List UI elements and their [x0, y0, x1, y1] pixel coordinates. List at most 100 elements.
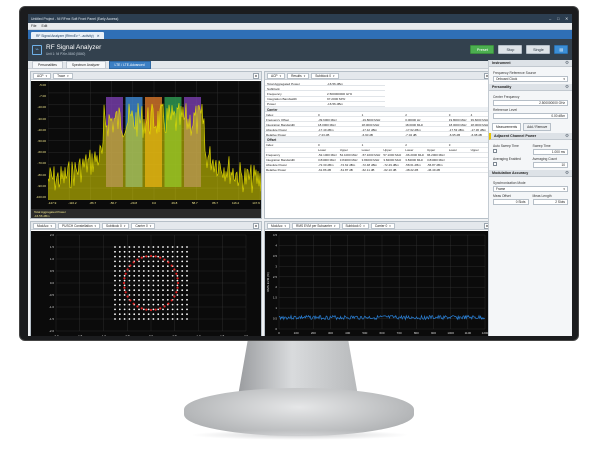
evm-view-select[interactable]: RMS EVM per Subcarrier ▾	[292, 222, 340, 229]
constellation-point	[142, 303, 145, 306]
freq-ref-source-select[interactable]: Onboard Clock ▾	[493, 76, 568, 82]
constellation-point	[176, 308, 179, 311]
graph-settings-icon[interactable]: ⚙	[253, 72, 259, 79]
constellation-point	[176, 313, 179, 316]
tab-personalities[interactable]: Personalities	[32, 60, 63, 69]
panel-toggle-icon[interactable]: ▤	[554, 45, 568, 54]
constellation-point	[157, 303, 160, 306]
sync-mode-label: Synchronization Mode	[493, 181, 526, 185]
constellation-ring-point	[136, 258, 139, 261]
constellation-ring-point	[126, 268, 129, 271]
const-carrier-select[interactable]: Carrier 0 ▾	[131, 222, 156, 229]
tab-lte[interactable]: LTE / LTE-Advanced	[108, 60, 151, 69]
constellation-point	[147, 250, 150, 253]
center-frequency-input[interactable]: 2.500000000 GHz	[493, 100, 568, 106]
constellation-point	[181, 246, 184, 248]
constellation-point	[142, 274, 145, 277]
add-remove-button[interactable]: Add / Remove	[523, 123, 552, 131]
evm-measurement-select[interactable]: ModAcc ▾	[267, 222, 291, 229]
main-area: ACP ▾ Trace ▾ ⚙ -5.00 -7.00 -20.00 -30.00 -40.…	[28, 69, 493, 336]
spectrum-x-tick: 86.7	[212, 201, 219, 205]
constellation-ring-point	[129, 264, 132, 267]
constellation-graph[interactable]: -2.0 -1.5 -1.0 -0.5 0.0 0.5 1.0 1.5 2.0 2.0 1.5 1.0…	[31, 231, 261, 336]
constellation-point	[138, 274, 140, 277]
averaging-count-input[interactable]: 10	[532, 162, 568, 168]
single-button[interactable]: Single	[526, 45, 551, 54]
constellation-point	[133, 289, 136, 292]
modacc-section-header[interactable]: Modulation Accuracy ⚙	[489, 170, 572, 177]
maximize-icon[interactable]: □	[557, 16, 561, 21]
constellation-ring-point	[167, 261, 170, 264]
constellation-x-tick: 1.0	[196, 334, 201, 336]
averaging-enabled-checkbox[interactable]	[493, 162, 497, 166]
evm-trace	[278, 314, 485, 321]
menu-file[interactable]: File	[31, 24, 36, 28]
spectrum-x-tick: 116.2	[231, 201, 240, 205]
measurement-select[interactable]: ACP ▾	[33, 72, 52, 79]
constellation-point	[157, 250, 160, 253]
averaging-count-label: Averaging Count	[532, 157, 558, 161]
meas-offset-input[interactable]: 0 Slots	[493, 199, 529, 205]
constellation-x-tick: -0.5	[125, 334, 131, 336]
menu-edit[interactable]: Edit	[41, 24, 47, 28]
summary-results: Total Aggregated Power -16.56 dBm Subblock…	[265, 81, 492, 107]
evm-subblock-select[interactable]: Subblock 0 ▾	[341, 222, 369, 229]
constellation-point	[186, 250, 188, 253]
gear-icon[interactable]: ⚙	[565, 60, 569, 66]
constellation-point	[138, 289, 140, 292]
evm-carrier-select[interactable]: Carrier 0 ▾	[370, 222, 395, 229]
table-cell	[447, 168, 470, 173]
evm-x-tick: 0	[278, 331, 280, 335]
meas-length-input[interactable]: 2 Slots	[532, 199, 568, 205]
constellation-point	[138, 294, 140, 296]
close-icon[interactable]: ✕	[565, 16, 569, 21]
personality-tabs: Personalities Spectrum Analyzer LTE / LT…	[28, 60, 488, 69]
instrument-section-header[interactable]: Instrument ⚙	[489, 60, 572, 67]
chevron-down-icon: ▾	[333, 73, 335, 78]
minimize-icon[interactable]: –	[549, 16, 553, 21]
close-tab-icon[interactable]: ✕	[97, 34, 100, 38]
constellation-x-tick: -1.5	[77, 334, 83, 336]
constellation-point	[157, 255, 160, 258]
tab-measurements[interactable]: Measurements	[492, 123, 522, 131]
constellation-point	[114, 308, 116, 311]
constellation-point	[186, 255, 188, 258]
constellation-point	[157, 308, 160, 311]
reference-level-input[interactable]: 0.00 dBm	[493, 113, 568, 119]
auto-sweep-checkbox[interactable]	[493, 149, 497, 153]
evm-graph[interactable]: 4.5 4 3.5 3 2.5 2 1.5 1 0.5 0 0 100 200 300 400 500 600 7…	[265, 231, 492, 336]
constellation-point	[142, 250, 145, 253]
gear-icon[interactable]: ⚙	[565, 133, 569, 139]
results-view-select[interactable]: Results ▾	[287, 72, 310, 79]
const-subblock-select[interactable]: Subblock 0 ▾	[102, 222, 130, 229]
constellation-ring-point	[163, 305, 166, 308]
acp-section-header[interactable]: Adjacent Channel Power ⚙	[489, 133, 572, 140]
const-view-select[interactable]: PUSCH Constellation ▾	[58, 222, 101, 229]
constellation-plot: -2.0 -1.5 -1.0 -0.5 0.0 0.5 1.0 1.5 2.0 2.0 1.5 1.0…	[49, 233, 249, 336]
results-subblock-select[interactable]: Subblock 0 ▾	[311, 72, 339, 79]
constellation-point	[171, 303, 174, 306]
constellation-point	[171, 279, 174, 282]
constellation-y-tick: -0.5	[49, 293, 55, 297]
constellation-ring-point	[170, 264, 173, 267]
results-pane: ACP ▾ Results ▾ Subblock 0 ▾ ⚙ Total Aggreg…	[264, 71, 493, 219]
const-measurement-select[interactable]: ModAcc ▾	[33, 222, 57, 229]
constellation-point	[157, 270, 160, 272]
tab-spectrum-analyzer[interactable]: Spectrum Analyzer	[65, 60, 106, 69]
stop-button[interactable]: Stop	[498, 45, 523, 54]
constellation-point	[166, 308, 169, 311]
spectrum-graph[interactable]: -5.00 -7.00 -20.00 -30.00 -40.00 -50.00 -60.00…	[31, 81, 261, 209]
gear-icon[interactable]: ⚙	[565, 84, 569, 90]
constellation-point	[181, 303, 184, 306]
document-tab[interactable]: RF Signal Analyzer (RfmxEv *...activity)…	[31, 32, 105, 39]
gear-icon[interactable]: ⚙	[565, 170, 569, 176]
constellation-point	[186, 284, 188, 287]
personality-section-header[interactable]: Personality ⚙	[489, 84, 572, 91]
const-settings-icon[interactable]: ⚙	[253, 222, 259, 229]
center-frequency-label: Center Frequency	[493, 95, 520, 99]
view-select[interactable]: Trace ▾	[53, 72, 73, 79]
window-titlebar: Untitled Project - NI RFmx Soft Front Pa…	[28, 14, 572, 23]
constellation-point	[128, 274, 131, 277]
results-measurement-select[interactable]: ACP ▾	[267, 72, 286, 79]
preset-button[interactable]: Preset	[470, 45, 495, 54]
